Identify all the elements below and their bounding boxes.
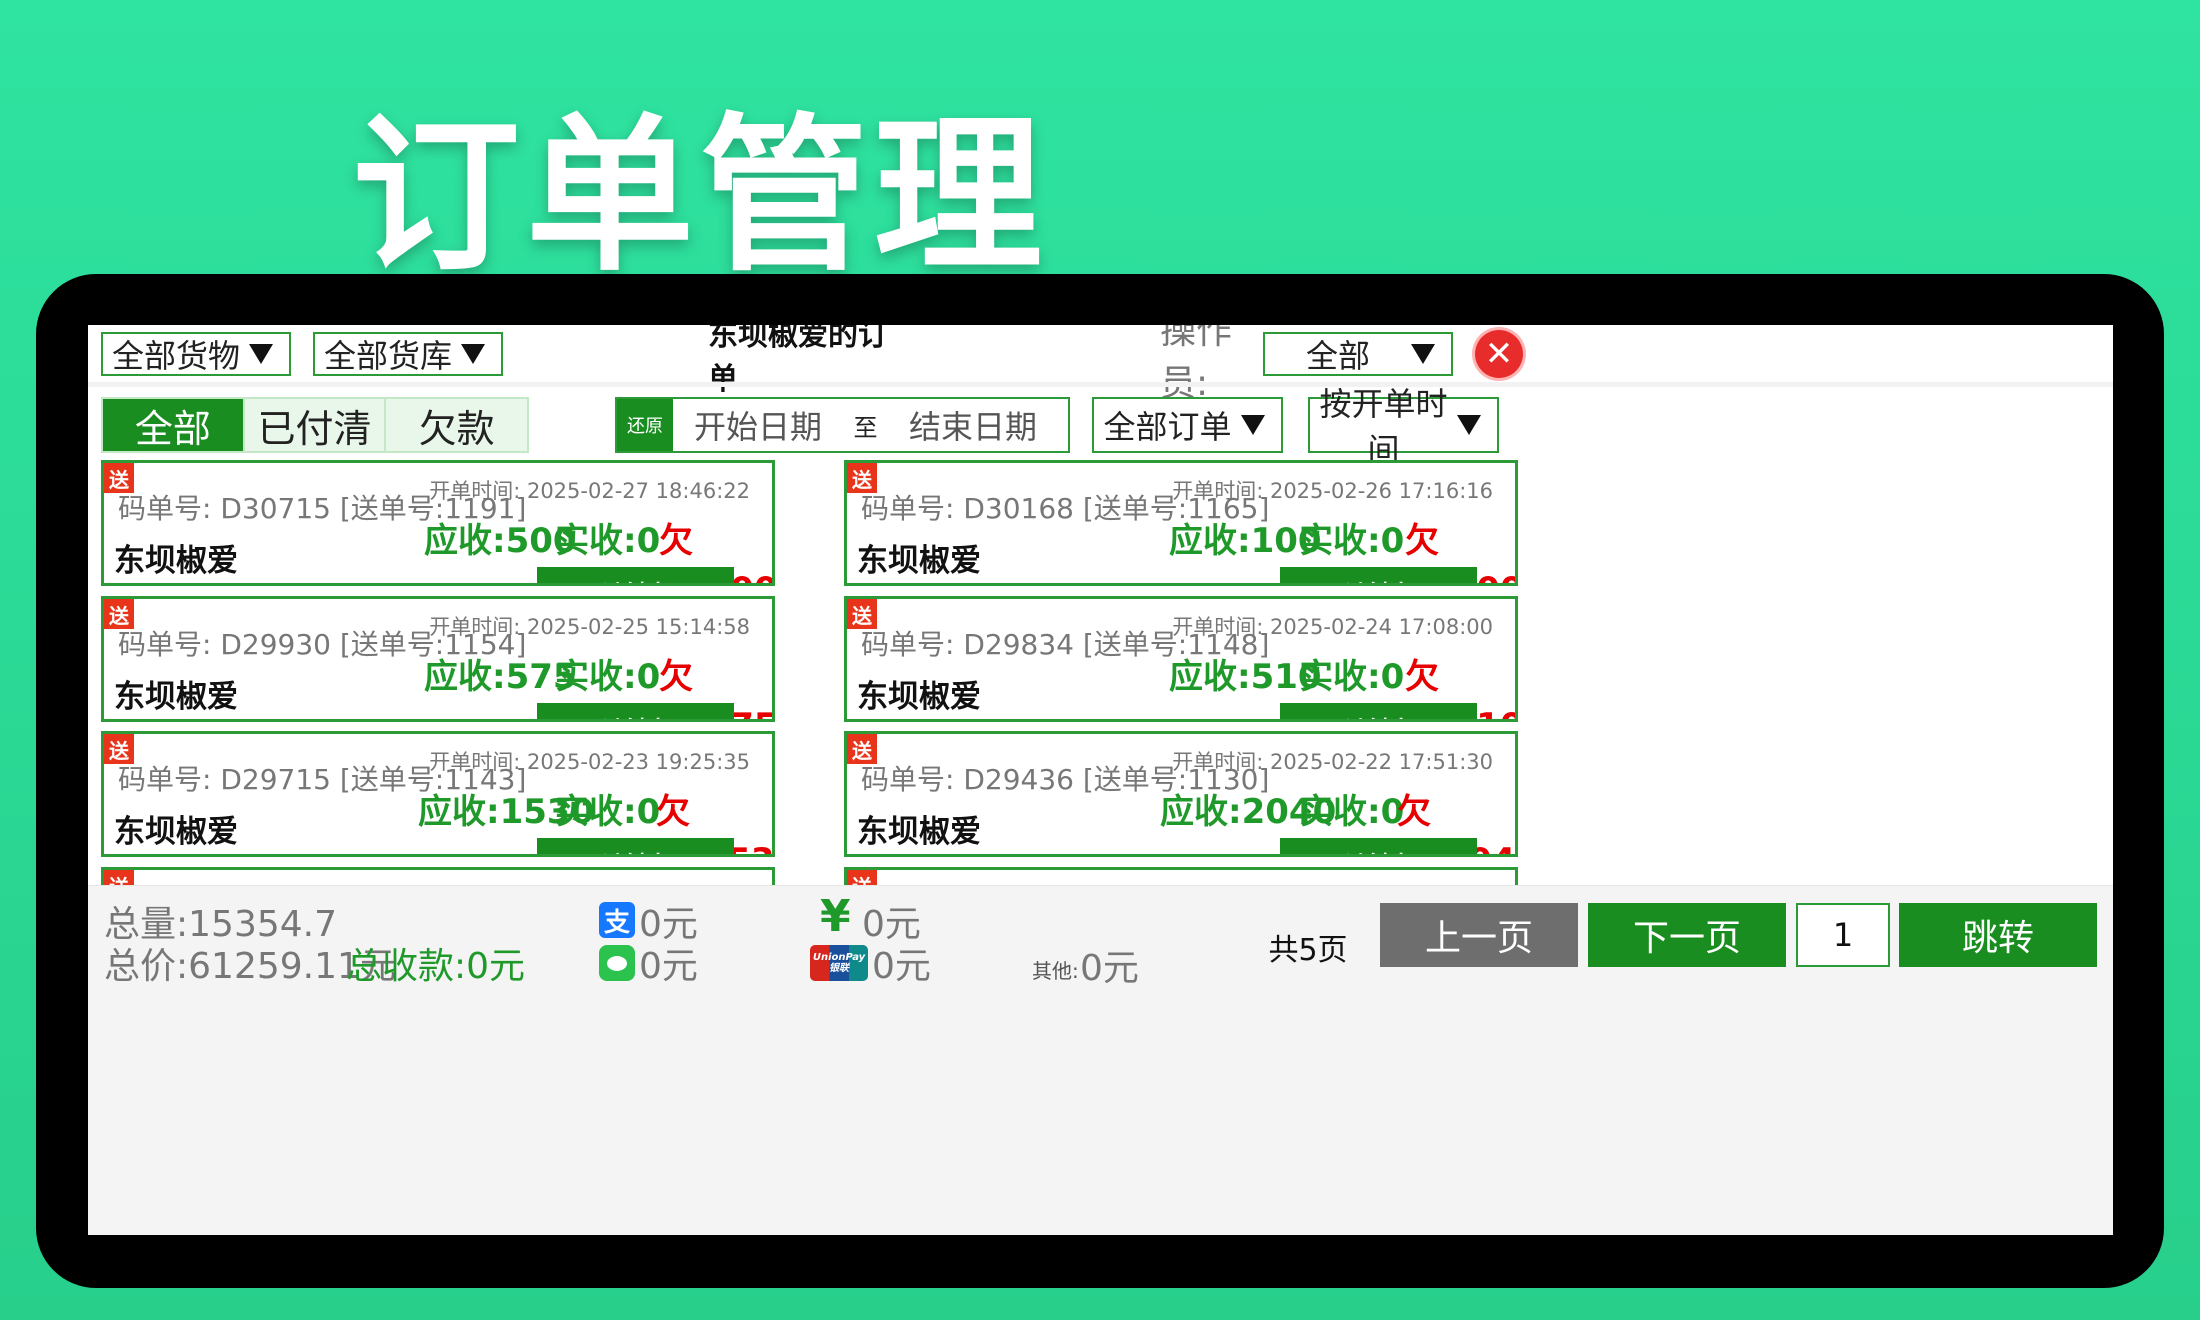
customer-name: 东坝椒爱 xyxy=(857,814,981,850)
order-time: 开单时间: 2025-02-23 19:25:35 xyxy=(429,750,750,774)
goods-name: 黑鱼 xyxy=(857,856,907,857)
other-label: 其他: xyxy=(1032,959,1079,983)
date-range: 还原 开始日期 至 结束日期 xyxy=(615,397,1070,453)
tab-debt[interactable]: 欠款 xyxy=(384,399,527,451)
prev-page-button[interactable]: 上一页 xyxy=(1380,903,1578,967)
detail-button[interactable]: 详情 xyxy=(1280,703,1477,719)
detail-button[interactable]: 详情 xyxy=(1280,567,1477,583)
goods-name: 黑鱼 xyxy=(114,856,164,857)
page-count: 共5页 xyxy=(1268,933,1348,968)
close-icon[interactable]: ✕ xyxy=(1475,330,1523,378)
order-card[interactable]: 送 码单号: D29930 [送单号:1154] 开单时间: 2025-02-2… xyxy=(101,596,775,722)
receivable-amount: 应收:500 xyxy=(424,521,577,561)
sort-label: 按开单时间 xyxy=(1319,385,1448,469)
order-time: 开单时间: 2025-02-24 17:08:00 xyxy=(1172,615,1493,639)
order-time: 开单时间: 2025-02-26 17:16:16 xyxy=(1172,479,1493,503)
received-amount: 实收:0 xyxy=(1299,521,1405,561)
alipay-icon: 支 xyxy=(599,902,635,938)
unionpay-icon: UnionPay 银联 xyxy=(810,945,868,981)
order-time: 开单时间: 2025-02-25 15:14:58 xyxy=(429,615,750,639)
order-card[interactable]: 送 码单号: D30715 [送单号:1191] 开单时间: 2025-02-2… xyxy=(101,460,775,586)
tab-all[interactable]: 全部 xyxy=(103,399,243,451)
received-amount: 实收:0 xyxy=(1299,792,1405,832)
app-screen: 全部货物 全部货库 东坝椒爱的订单 操作员: 全部 ✕ 全部 已付清 欠款 还原… xyxy=(88,325,2113,1235)
goods-dropdown-label: 全部货物 xyxy=(111,337,240,375)
customer-name: 东坝椒爱 xyxy=(114,814,238,850)
customer-name: 东坝椒爱 xyxy=(114,543,238,579)
detail-button[interactable]: 详情 xyxy=(1280,838,1477,854)
detail-button[interactable]: 详情 xyxy=(537,703,734,719)
page-title: 东坝椒爱的订单 xyxy=(708,325,888,397)
reset-button[interactable]: 还原 xyxy=(617,399,673,451)
goods-dropdown[interactable]: 全部货物 xyxy=(101,332,291,376)
status-tabs: 全部 已付清 欠款 xyxy=(101,397,529,453)
end-date-input[interactable]: 结束日期 xyxy=(888,402,1058,448)
warehouse-dropdown-label: 全部货库 xyxy=(323,337,452,375)
goods-name: 黑鱼 xyxy=(114,585,164,586)
customer-name: 东坝椒爱 xyxy=(857,543,981,579)
received-amount: 实收:0 xyxy=(555,657,661,697)
goods-name: 黑鱼 xyxy=(857,585,907,586)
chevron-down-icon xyxy=(249,344,273,364)
chevron-down-icon xyxy=(1411,344,1435,364)
received-amount: 实收:0 xyxy=(555,521,661,561)
next-page-button[interactable]: 下一页 xyxy=(1588,903,1786,967)
warehouse-dropdown[interactable]: 全部货库 xyxy=(313,332,503,376)
chevron-down-icon xyxy=(461,344,485,364)
order-time: 开单时间: 2025-02-22 17:51:30 xyxy=(1172,750,1493,774)
unionpay-amount: 0元 xyxy=(872,946,931,987)
detail-button[interactable]: 详情 xyxy=(537,567,734,583)
order-type-dropdown[interactable]: 全部订单 xyxy=(1092,397,1283,453)
received-amount: 实收:0 xyxy=(555,792,661,832)
order-card[interactable]: 送 码单号: D29715 [送单号:1143] 开单时间: 2025-02-2… xyxy=(101,731,775,857)
operator-dropdown-label: 全部 xyxy=(1305,337,1370,375)
date-separator: 至 xyxy=(853,413,878,442)
jump-button[interactable]: 跳转 xyxy=(1899,903,2097,967)
order-card[interactable]: 送 码单号: D30168 [送单号:1165] 开单时间: 2025-02-2… xyxy=(844,460,1518,586)
goods-name: 黑鱼 xyxy=(857,721,907,722)
goods-name: 黑鱼 xyxy=(114,721,164,722)
tab-paid[interactable]: 已付清 xyxy=(242,399,385,451)
wechat-amount: 0元 xyxy=(639,946,698,987)
start-date-input[interactable]: 开始日期 xyxy=(673,402,843,448)
customer-name: 东坝椒爱 xyxy=(857,679,981,715)
customer-name: 东坝椒爱 xyxy=(114,679,238,715)
order-card[interactable]: 送 码单号: D29436 [送单号:1130] 开单时间: 2025-02-2… xyxy=(844,731,1518,857)
page-number-input[interactable]: 1 xyxy=(1796,903,1890,967)
hero-title: 订单管理 xyxy=(352,98,1048,294)
wechat-icon xyxy=(599,945,635,981)
operator-dropdown[interactable]: 全部 xyxy=(1263,332,1453,376)
header-divider xyxy=(88,382,2113,387)
order-card[interactable]: 送 码单号: D29834 [送单号:1148] 开单时间: 2025-02-2… xyxy=(844,596,1518,722)
chevron-down-icon xyxy=(1457,415,1481,435)
sort-dropdown[interactable]: 按开单时间 xyxy=(1308,385,1499,469)
receivable-amount: 应收:575 xyxy=(424,657,577,697)
other-amount: 0元 xyxy=(1080,948,1139,989)
total-collected: 总收款:0元 xyxy=(346,946,526,987)
detail-button[interactable]: 详情 xyxy=(537,838,734,854)
cash-icon: ¥ xyxy=(820,891,851,942)
operator-label: 操作员: xyxy=(1160,325,1233,404)
order-time: 开单时间: 2025-02-27 18:46:22 xyxy=(429,479,750,503)
chevron-down-icon xyxy=(1241,415,1265,435)
received-amount: 实收:0 xyxy=(1299,657,1405,697)
order-type-label: 全部订单 xyxy=(1103,408,1232,446)
